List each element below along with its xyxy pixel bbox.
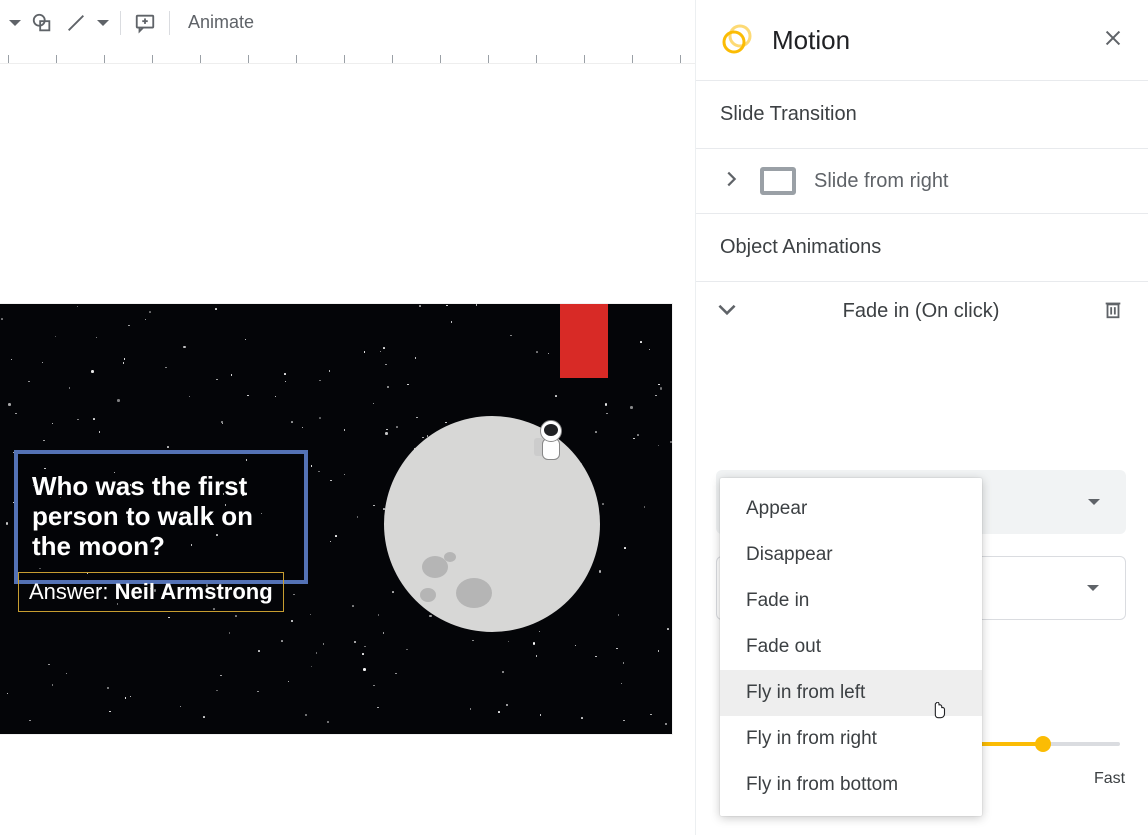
animation-type-dropdown[interactable]: AppearDisappearFade inFade out Fly in fro…	[720, 478, 982, 816]
slide-transition-heading: Slide Transition	[720, 103, 1124, 126]
dropdown-item[interactable]: Fly in from bottom	[720, 762, 982, 808]
toolbar-divider	[120, 11, 121, 35]
delete-animation-button[interactable]	[1102, 297, 1124, 326]
trash-icon	[1102, 297, 1124, 321]
object-animation-row[interactable]: Fade in (On click)	[696, 281, 1148, 341]
dropdown-item[interactable]: Fade out	[720, 624, 982, 670]
close-panel-button[interactable]	[1102, 27, 1124, 54]
transition-row[interactable]: Slide from right	[696, 148, 1148, 213]
line-tool-dropdown[interactable]	[94, 7, 112, 39]
motion-icon	[720, 24, 752, 56]
dropdown-item[interactable]: Appear	[720, 486, 982, 532]
object-animations-section: Object Animations	[696, 213, 1148, 281]
answer-label: Answer:	[29, 579, 115, 604]
dropdown-item[interactable]: Disappear	[720, 532, 982, 578]
slide-thumb-icon	[760, 167, 796, 195]
slide[interactable]: Who was the first person to walk on the …	[0, 304, 672, 734]
slider-fast-label: Fast	[1094, 770, 1125, 788]
comment-icon	[134, 12, 156, 34]
line-icon	[65, 12, 87, 34]
object-animation-label: Fade in (On click)	[740, 300, 1102, 323]
answer-text-box[interactable]: Answer: Neil Armstrong	[18, 572, 284, 612]
red-rectangle-shape[interactable]	[560, 304, 608, 378]
slide-transition-section: Slide Transition	[696, 80, 1148, 148]
shapes-icon	[31, 12, 53, 34]
question-text: Who was the first person to walk on the …	[32, 471, 253, 561]
object-animations-heading: Object Animations	[720, 236, 1124, 259]
dropdown-item[interactable]: Fade in	[720, 578, 982, 624]
shape-tool[interactable]	[26, 7, 58, 39]
panel-header: Motion	[696, 0, 1148, 80]
chevron-down-icon	[714, 296, 740, 327]
horizontal-ruler[interactable]: // ticks generated below via JS for brev…	[0, 46, 695, 64]
chevron-down-icon	[1088, 499, 1100, 505]
toolbar-divider	[169, 11, 170, 35]
chevron-down-icon	[1087, 585, 1099, 591]
transition-name: Slide from right	[814, 170, 949, 193]
pointer-cursor-icon	[928, 702, 950, 731]
question-text-box[interactable]: Who was the first person to walk on the …	[14, 450, 308, 584]
animate-menu-label[interactable]: Animate	[178, 12, 264, 33]
line-tool[interactable]	[60, 7, 92, 39]
toolbar-dropdown-arrow[interactable]	[6, 7, 24, 39]
close-icon	[1102, 27, 1124, 49]
slide-canvas-area: Who was the first person to walk on the …	[0, 64, 695, 834]
answer-value: Neil Armstrong	[115, 579, 273, 604]
chevron-right-icon	[720, 168, 742, 195]
panel-title: Motion	[772, 25, 1082, 56]
comment-button[interactable]	[129, 7, 161, 39]
animation-speed-slider[interactable]	[980, 734, 1120, 754]
astronaut-shape[interactable]	[536, 420, 570, 464]
